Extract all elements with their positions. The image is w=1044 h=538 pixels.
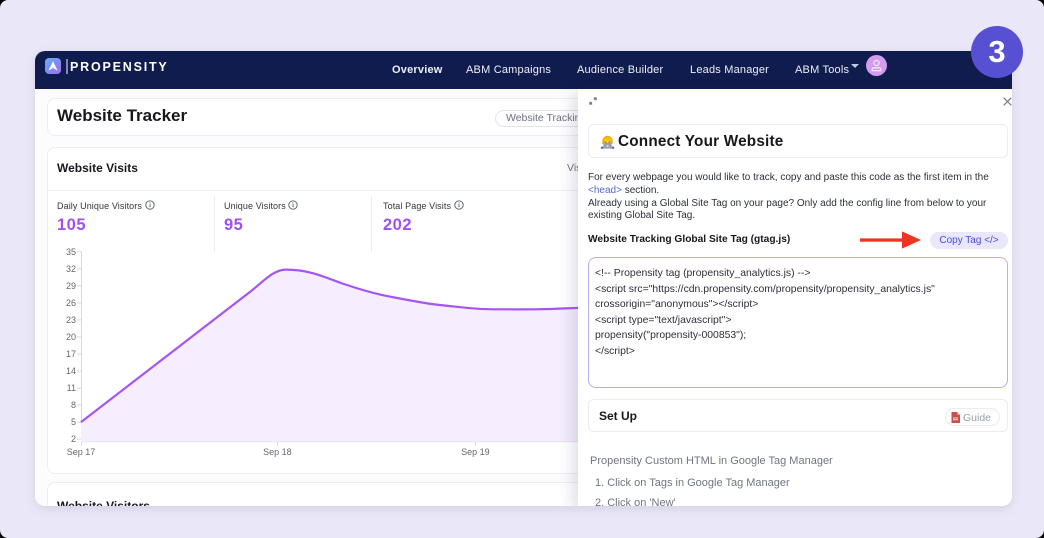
svg-text:32: 32 [66, 264, 76, 274]
svg-text:Sep 18: Sep 18 [263, 447, 292, 457]
svg-text:Sep 19: Sep 19 [461, 447, 490, 457]
svg-text:23: 23 [66, 315, 76, 325]
svg-text:29: 29 [66, 281, 76, 291]
svg-text:5: 5 [71, 417, 76, 427]
svg-text:11: 11 [67, 383, 76, 393]
svg-text:35: 35 [66, 247, 76, 257]
svg-text:2: 2 [71, 434, 76, 444]
svg-text:14: 14 [66, 366, 76, 376]
svg-text:Sep 17: Sep 17 [67, 447, 96, 457]
svg-text:20: 20 [66, 332, 76, 342]
svg-text:26: 26 [66, 298, 76, 308]
svg-text:17: 17 [66, 349, 76, 359]
svg-text:8: 8 [71, 400, 76, 410]
